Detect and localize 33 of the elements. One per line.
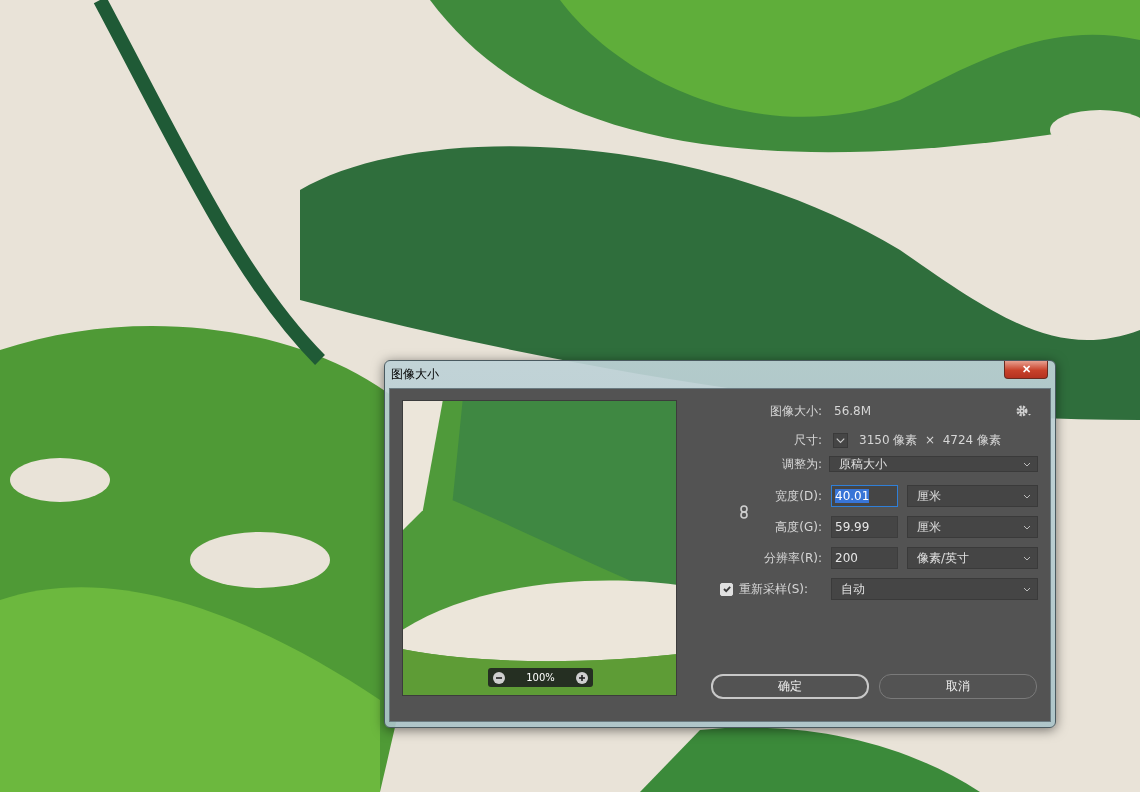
close-button[interactable]: ✕ [1004,361,1048,379]
fit-to-label: 调整为: [780,455,822,473]
zoom-in-icon[interactable] [576,671,588,684]
unit-dropdown[interactable]: 厘米 [907,485,1038,507]
chevron-icon [1023,586,1031,592]
chevron-icon [1023,493,1031,499]
dimensions-label: 尺寸: [792,431,822,449]
unit-dropdown[interactable]: 厘米 [907,516,1038,538]
zoom-out-icon[interactable] [493,671,505,684]
zoom-level: 100% [526,672,555,683]
cancel-button[interactable]: 取消 [879,674,1037,699]
link-icon[interactable] [740,504,748,519]
chevron-icon [1023,524,1031,530]
dimensions-toggle[interactable] [833,432,848,448]
field-label: 分辨率(R): [763,550,822,567]
window-title: 图像大小 [391,366,439,383]
fit-to-dropdown[interactable]: 原稿大小 [829,456,1038,472]
dimensions-value: 3150 像素 × 4724 像素 [859,431,1002,449]
field-label: 宽度(D): [775,488,822,505]
settings-icon[interactable] [1016,405,1032,417]
ok-button[interactable]: 确定 [711,674,869,699]
unit-dropdown[interactable]: 像素/英寸 [907,547,1038,569]
resample-dropdown[interactable]: 自动 [831,578,1038,600]
number-field[interactable]: 200 [831,547,898,569]
image-size-label: 图像大小: [768,402,822,420]
resample-label: 重新采样(S): [739,580,809,598]
number-field[interactable]: 59.99 [831,516,898,538]
image-size-value: 56.8M [834,404,873,418]
field-label: 高度(G): [775,519,822,536]
number-field[interactable]: 40.01 [831,485,898,507]
resample-checkbox[interactable] [720,582,733,596]
chevron-icon [1023,555,1031,561]
chevron-icon [1023,461,1031,467]
